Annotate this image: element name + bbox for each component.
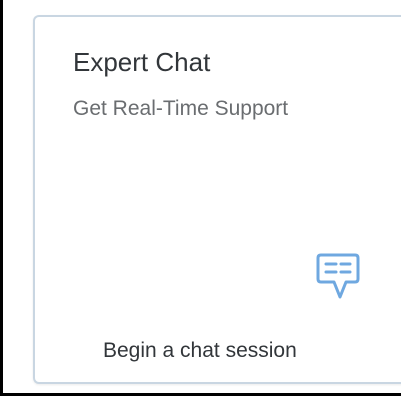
chat-bubble-icon — [315, 252, 361, 300]
tile-footer: Begin a chat session — [103, 339, 297, 362]
window-frame: Expert Chat Get Real-Time Support Begin … — [0, 0, 401, 396]
tile-subtitle: Get Real-Time Support — [73, 97, 289, 120]
expert-chat-tile[interactable]: Expert Chat Get Real-Time Support Begin … — [33, 15, 401, 384]
tile-title: Expert Chat — [73, 47, 211, 77]
